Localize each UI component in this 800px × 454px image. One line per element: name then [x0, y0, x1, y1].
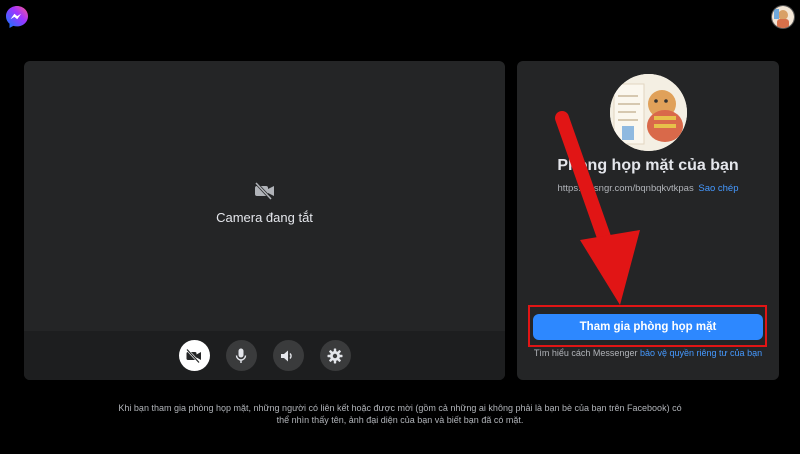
messenger-logo-icon[interactable]	[4, 4, 30, 30]
privacy-disclaimer: Khi bạn tham gia phòng họp mặt, những ng…	[100, 402, 700, 426]
camera-off-icon	[186, 348, 201, 363]
disclaimer-line-1: Khi bạn tham gia phòng họp mặt, những ng…	[118, 403, 682, 413]
camera-off-icon	[254, 181, 274, 200]
camera-preview: Camera đang tắt	[24, 61, 505, 331]
red-arrow-annotation	[555, 111, 640, 305]
camera-status-text: Camera đang tắt	[216, 209, 313, 225]
settings-button[interactable]	[319, 340, 351, 371]
speaker-icon	[281, 350, 292, 361]
privacy-link[interactable]: bảo vệ quyền riêng tư của bạn	[640, 348, 762, 358]
join-room-button[interactable]: Tham gia phòng họp mặt	[533, 314, 763, 340]
video-preview-panel: Camera đang tắt	[24, 61, 505, 380]
microphone-icon	[235, 348, 247, 363]
copy-link-button[interactable]: Sao chép	[698, 183, 738, 194]
profile-avatar-icon[interactable]	[771, 5, 795, 29]
privacy-info: Tìm hiểu cách Messenger bảo vệ quyền riê…	[517, 348, 779, 358]
toggle-camera-button[interactable]	[178, 340, 210, 371]
speaker-button[interactable]	[272, 340, 304, 371]
call-controls	[24, 331, 505, 380]
toggle-microphone-button[interactable]	[225, 340, 257, 371]
privacy-prefix-text: Tìm hiểu cách Messenger	[533, 348, 638, 358]
disclaimer-line-2: thể nhìn thấy tên, ảnh đại diện của bạn …	[276, 415, 524, 425]
settings-gear-icon	[327, 348, 343, 363]
